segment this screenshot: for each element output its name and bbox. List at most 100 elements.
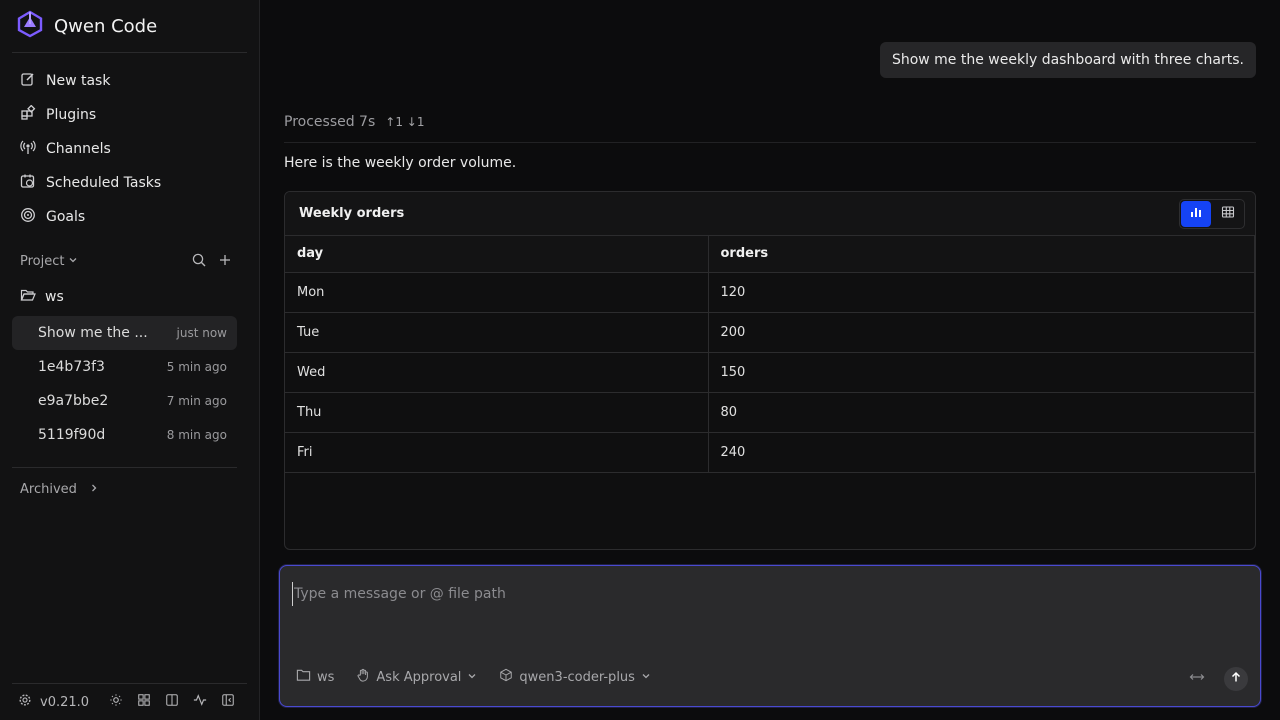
table-cell: 80 [708,392,1255,433]
message-composer: ws Ask Approval qwen3-coder-plus [279,565,1261,707]
version-label: v0.21.0 [40,694,90,710]
table-cell: 120 [708,272,1255,313]
table-header-row: day orders [285,236,1255,273]
qwen-logo-icon [16,10,44,42]
thread-item[interactable]: e9a7bbe2 7 min ago [12,384,237,418]
table-cell: 150 [708,352,1255,393]
project-label: Project [20,253,65,269]
assistant-message: Here is the weekly order volume. [284,155,517,171]
table-cell: 200 [708,312,1255,353]
brand[interactable]: Qwen Code [16,10,158,42]
nav-label: Channels [46,141,111,157]
project-section-header[interactable]: Project [12,248,237,274]
nav-label: Plugins [46,107,97,123]
expand-horizontal-icon[interactable] [1188,671,1206,687]
thread-item[interactable]: 5119f90d 8 min ago [12,418,237,452]
table-row: Mon 120 [285,272,1255,313]
divider [12,467,237,468]
edit-icon [20,71,36,91]
nav-label: Goals [46,209,86,225]
table-cell: Tue [285,312,709,353]
table-view-button[interactable] [1213,201,1243,227]
card-header: Weekly orders [285,192,1255,236]
bar-chart-icon [1189,205,1203,223]
approval-mode-select[interactable]: Ask Approval [356,668,477,686]
processed-label: Processed 7s [284,114,376,130]
user-message: Show me the weekly dashboard with three … [879,42,1256,78]
nav-scheduled-tasks[interactable]: Scheduled Tasks [12,166,237,200]
thread-time: 5 min ago [166,360,227,374]
table-row: Tue 200 [285,312,1255,353]
plugins-icon [20,104,36,125]
table-row: Thu 80 [285,392,1255,433]
calendar-clock-icon [20,173,36,193]
divider [12,683,247,684]
archived-section[interactable]: Archived [12,478,99,500]
thread-item[interactable]: 1e4b73f3 5 min ago [12,350,237,384]
orders-table: day orders Mon 120 Tue 200 Wed 150 Thu 8… [285,236,1255,473]
nav-new-task[interactable]: New task [12,64,237,98]
arrow-up-icon [1230,671,1242,687]
chart-view-button[interactable] [1181,200,1211,227]
nav-goals[interactable]: Goals [12,200,237,234]
nav-label: Scheduled Tasks [46,175,162,191]
split-view-icon[interactable] [165,693,179,711]
thread-time: just now [176,326,227,340]
thread-title: e9a7bbe2 [38,393,109,409]
send-button[interactable] [1224,667,1248,691]
table-cell: Wed [285,352,709,393]
chevron-down-icon [641,670,651,685]
table-row: Wed 150 [285,352,1255,393]
cube-icon [499,668,513,686]
thread-time: 7 min ago [166,394,227,408]
grid-icon[interactable] [137,693,151,711]
processed-status[interactable]: Processed 7s ↑1 ↓1 [284,114,424,130]
sidebar-toggle-icon[interactable] [221,693,235,711]
project-actions [191,252,233,272]
divider [284,142,1256,143]
activity-icon[interactable] [193,693,207,711]
folder-open-icon [20,287,36,307]
hand-icon [356,668,370,686]
sidebar-nav: New task Plugins Channels Scheduled Task… [12,64,237,234]
thread-item[interactable]: Show me the ... just now [12,316,237,350]
chevron-down-icon [68,254,78,269]
model-select[interactable]: qwen3-coder-plus [499,668,651,686]
sun-icon[interactable] [109,693,123,711]
view-toggle [1179,198,1245,229]
message-input[interactable] [292,582,1192,606]
token-counts: ↑1 ↓1 [385,115,425,129]
workspace-label: ws [317,669,335,685]
table-row: Fri 240 [285,432,1255,473]
column-header: orders [708,236,1255,273]
composer-toolbar: ws Ask Approval qwen3-coder-plus [296,668,651,686]
chevron-right-icon [89,482,99,497]
archived-label: Archived [20,481,77,497]
data-card: Weekly orders day orders Mon 120 Tue 200 [284,191,1256,550]
nav-channels[interactable]: Channels [12,132,237,166]
sidebar-footer: v0.21.0 [12,690,235,714]
search-icon[interactable] [191,252,207,272]
gear-icon[interactable] [18,693,32,711]
folder-icon [296,668,311,686]
sidebar: Qwen Code New task Plugins Channels Sche… [0,0,260,720]
composer-actions [1188,667,1248,691]
card-title: Weekly orders [299,206,405,221]
model-label: qwen3-coder-plus [519,669,635,685]
thread-title: 5119f90d [38,427,106,443]
thread-list: Show me the ... just now 1e4b73f3 5 min … [12,316,237,452]
nav-plugins[interactable]: Plugins [12,98,237,132]
thread-time: 8 min ago [166,428,227,442]
divider [12,52,247,53]
column-header: day [285,236,709,273]
workspace-chip[interactable]: ws [296,668,334,686]
nav-label: New task [46,73,111,89]
table-cell: 240 [708,432,1255,473]
folder-label: ws [45,289,64,305]
app-title: Qwen Code [54,15,158,37]
broadcast-icon [20,139,36,159]
thread-title: 1e4b73f3 [38,359,105,375]
table-icon [1221,205,1235,223]
plus-icon[interactable] [217,252,233,272]
project-folder[interactable]: ws [12,284,237,310]
